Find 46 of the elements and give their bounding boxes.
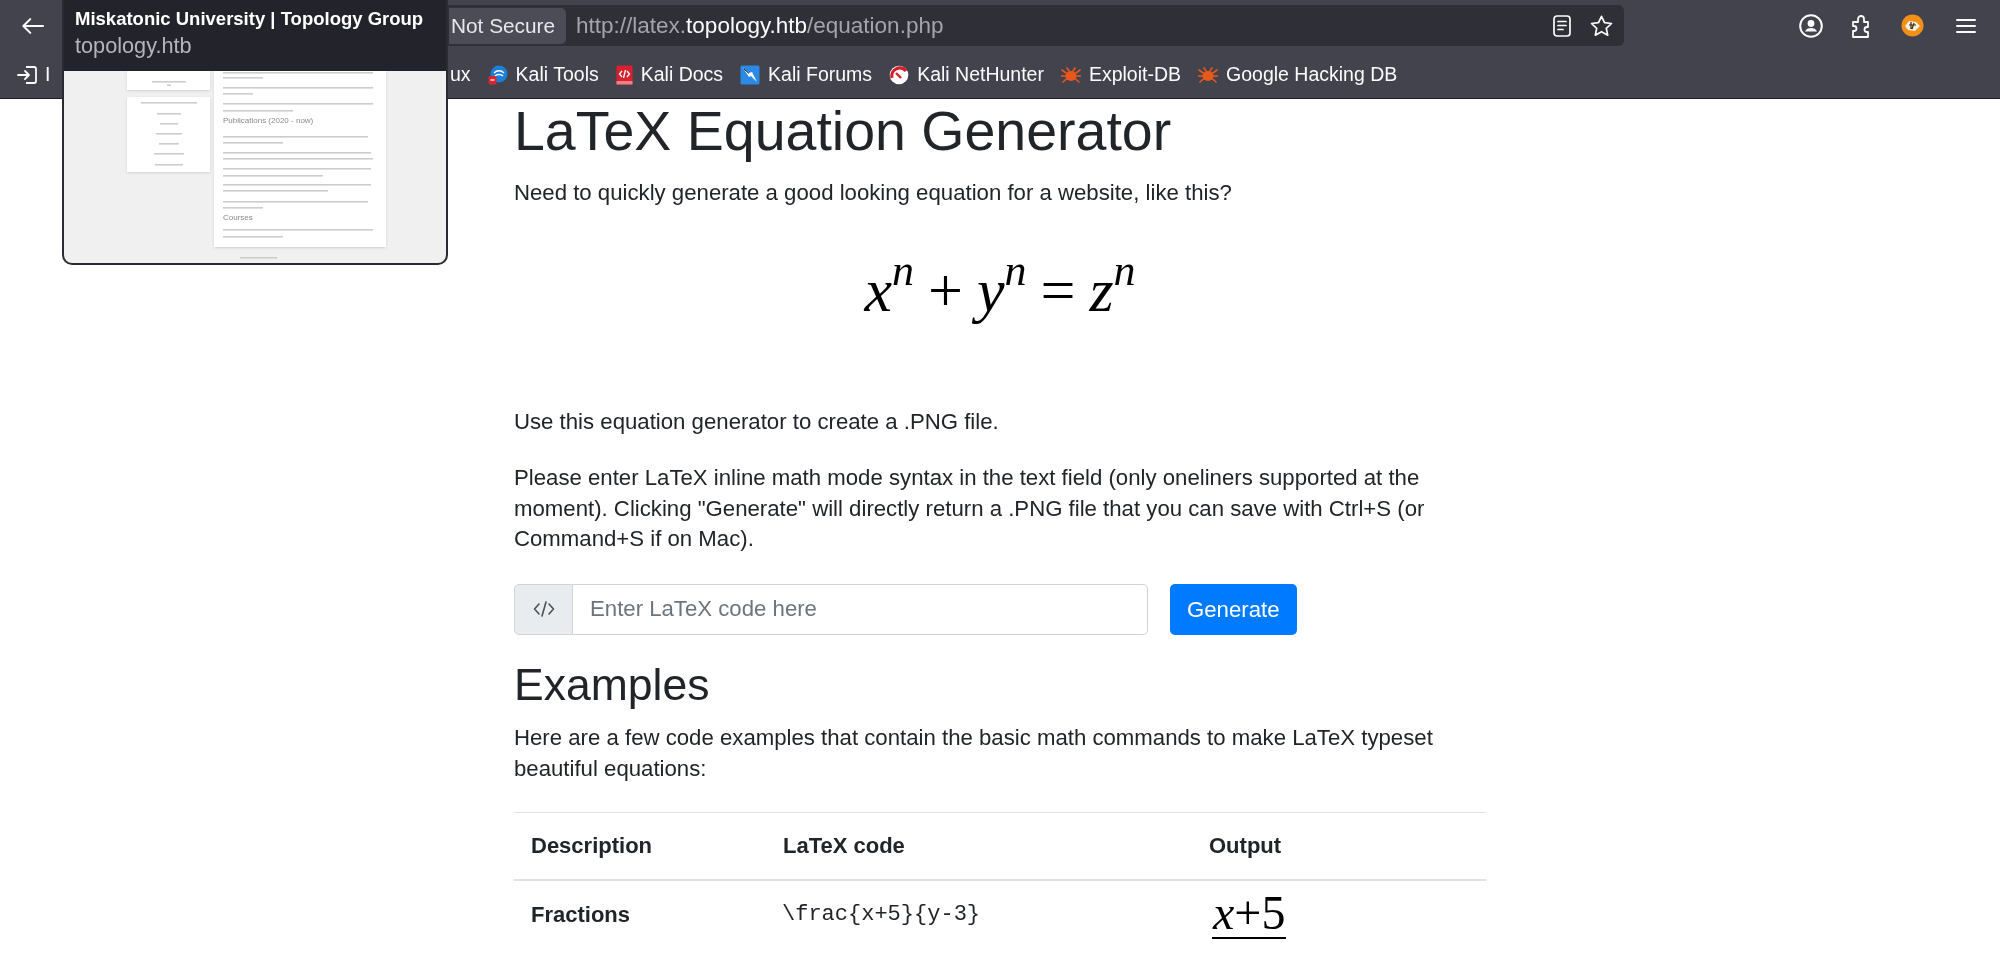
round-logo-icon bbox=[889, 64, 910, 85]
bug-icon bbox=[1198, 66, 1219, 83]
generate-button[interactable]: Generate bbox=[1170, 583, 1297, 635]
round-logo-icon bbox=[487, 64, 508, 85]
table-cell: \frac{x+5}{y-3} bbox=[766, 879, 1192, 939]
tab-host: topology.htb bbox=[75, 32, 192, 60]
url-text[interactable]: http://latex.topology.htb/equation.php bbox=[576, 8, 944, 43]
latex-input[interactable]: Enter LaTeX code here bbox=[573, 583, 1148, 635]
back-arrow-icon[interactable] bbox=[22, 16, 44, 35]
section-heading: Examples bbox=[514, 660, 711, 710]
page-title: LaTeX Equation Generator bbox=[514, 101, 1173, 162]
bookmark[interactable]: Google Hacking DB bbox=[1192, 57, 1404, 92]
column-header: LaTeX code bbox=[766, 812, 1192, 880]
code-icon bbox=[532, 601, 555, 618]
document-icon[interactable] bbox=[1553, 14, 1571, 37]
body-text: Please enter LaTeX inline math mode syntax in the text field (only oneliners supported at the moment). Clicking "Generate" will directly return a .PNG file that you can save with Ctrl+S (or Command+S if on Mac). bbox=[514, 463, 1426, 554]
equation: x$^{n}$ + y$^{n}$ = z$^{n}$ bbox=[864, 258, 1136, 326]
thumbnail-heading: Publications (2020 - now) bbox=[223, 116, 314, 126]
intro-text: Need to quickly generate a good looking equation for a website, like this? bbox=[514, 179, 1233, 207]
tab-title: Miskatonic University | Topology Group bbox=[75, 7, 424, 31]
bug-icon bbox=[1060, 66, 1081, 83]
star-icon[interactable] bbox=[1590, 14, 1613, 37]
body-text: Use this equation generator to create a .PNG file. bbox=[514, 408, 1000, 436]
text-lines-drawing bbox=[140, 102, 197, 166]
security-label[interactable]: Not Secure bbox=[449, 7, 567, 44]
import-icon bbox=[17, 64, 37, 85]
thumbnail-heading: Courses bbox=[223, 213, 253, 223]
table-cell: Fractions bbox=[514, 879, 766, 939]
bookmark[interactable]: I bbox=[17, 57, 51, 92]
body-text: Here are a few code examples that contain the basic math commands to make LaTeX typeset beautiful equations: bbox=[514, 723, 1434, 783]
footer-line-drawing bbox=[240, 257, 277, 259]
square-logo-icon bbox=[740, 64, 761, 85]
menu-icon[interactable] bbox=[1956, 17, 1976, 34]
column-header: Output bbox=[1192, 812, 1486, 880]
column-header: Description bbox=[514, 812, 766, 880]
text-lines-drawing bbox=[151, 81, 186, 86]
bookmark[interactable]: Kali Docs bbox=[609, 57, 730, 92]
account-icon[interactable] bbox=[1799, 13, 1823, 38]
bookmark[interactable]: Kali Forums bbox=[734, 57, 879, 92]
bookmark[interactable]: Kali Tools bbox=[481, 57, 605, 92]
bookmark[interactable]: Kali NetHunter bbox=[883, 57, 1050, 92]
round-badge-icon[interactable] bbox=[1901, 14, 1924, 37]
document-logo-icon bbox=[615, 64, 633, 85]
fraction-equation: x+5 bbox=[1212, 890, 1287, 939]
bookmark[interactable]: ux bbox=[450, 57, 477, 92]
bookmark[interactable]: Exploit-DB bbox=[1054, 57, 1188, 92]
